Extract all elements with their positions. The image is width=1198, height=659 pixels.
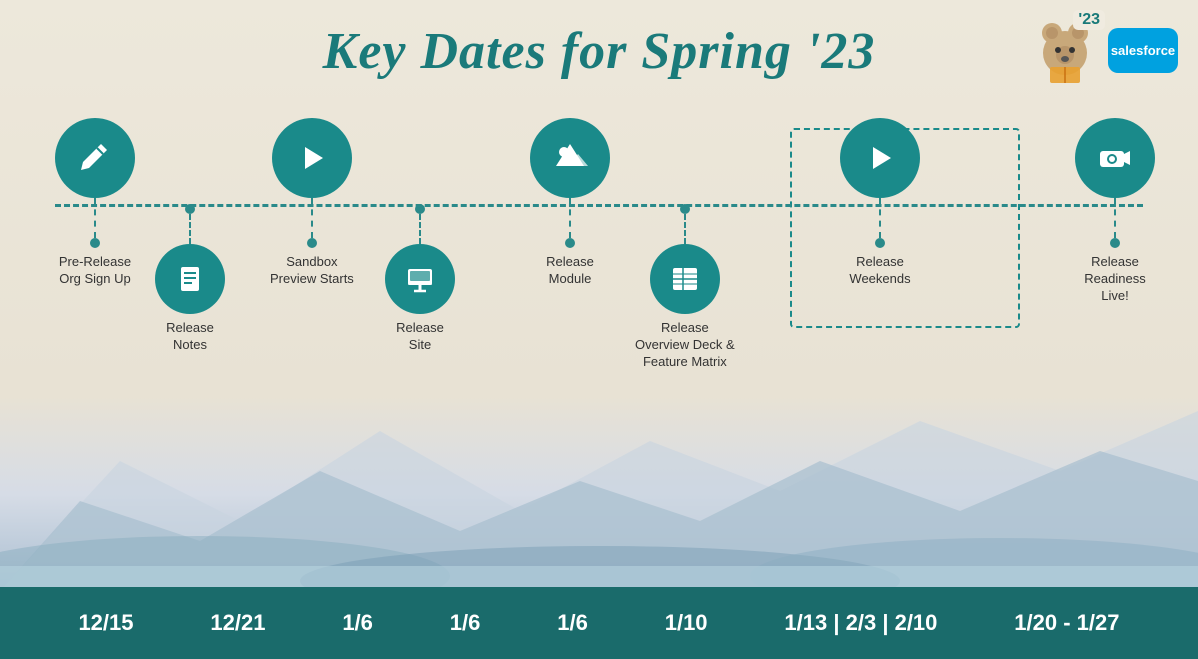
dot-pre-release [90,238,100,248]
label-weekends: ReleaseWeekends [849,254,910,288]
item-pre-release: Pre-ReleaseOrg Sign Up [55,118,135,288]
spring-badge: '23 [1073,10,1105,30]
item-sandbox: SandboxPreview Starts [270,118,354,288]
date-7: 1/13 | 2/3 | 2/10 [784,610,937,636]
date-3: 1/6 [342,610,373,636]
item-weekends: ReleaseWeekends [840,118,920,288]
mountain-background [0,381,1198,591]
notes-icon [155,244,225,314]
connector-overview [684,214,686,244]
dot-readiness [1110,238,1120,248]
logo-area: '23 salesforce [1030,15,1178,85]
item-notes: ReleaseNotes [155,204,225,354]
item-readiness: Release ReadinessLive! [1060,118,1170,305]
site-icon [385,244,455,314]
date-2: 12/21 [210,610,265,636]
weekends-icon [840,118,920,198]
item-overview: ReleaseOverview Deck &Feature Matrix [635,204,735,371]
connector-sandbox [311,198,313,238]
connector-site [419,214,421,244]
label-module: ReleaseModule [546,254,594,288]
mascot-image: '23 [1030,15,1100,85]
page-title: Key Dates for Spring '23 [0,0,1198,81]
dot-notes [185,204,195,214]
connector-module [569,198,571,238]
dot-sandbox [307,238,317,248]
page-wrapper: Key Dates for Spring '23 '23 [0,0,1198,659]
dot-weekends [875,238,885,248]
dot-overview [680,204,690,214]
label-readiness: Release ReadinessLive! [1060,254,1170,305]
date-6: 1/10 [665,610,708,636]
label-pre-release: Pre-ReleaseOrg Sign Up [59,254,131,288]
connector-weekends [879,198,881,238]
label-notes: ReleaseNotes [166,320,214,354]
connector-pre-release [94,198,96,238]
label-site: ReleaseSite [396,320,444,354]
label-sandbox: SandboxPreview Starts [270,254,354,288]
module-icon [530,118,610,198]
salesforce-logo: salesforce [1108,28,1178,73]
footer-bar: 12/15 12/21 1/6 1/6 1/6 1/10 1/13 | 2/3 … [0,587,1198,659]
connector-notes [189,214,191,244]
date-1: 12/15 [78,610,133,636]
readiness-icon [1075,118,1155,198]
date-4: 1/6 [450,610,481,636]
connector-readiness [1114,198,1116,238]
dot-site [415,204,425,214]
pre-release-icon [55,118,135,198]
item-site: ReleaseSite [385,204,455,354]
date-5: 1/6 [557,610,588,636]
label-overview: ReleaseOverview Deck &Feature Matrix [635,320,735,371]
dot-module [565,238,575,248]
item-module: ReleaseModule [530,118,610,288]
sandbox-icon [272,118,352,198]
overview-icon [650,244,720,314]
date-8: 1/20 - 1/27 [1014,610,1119,636]
